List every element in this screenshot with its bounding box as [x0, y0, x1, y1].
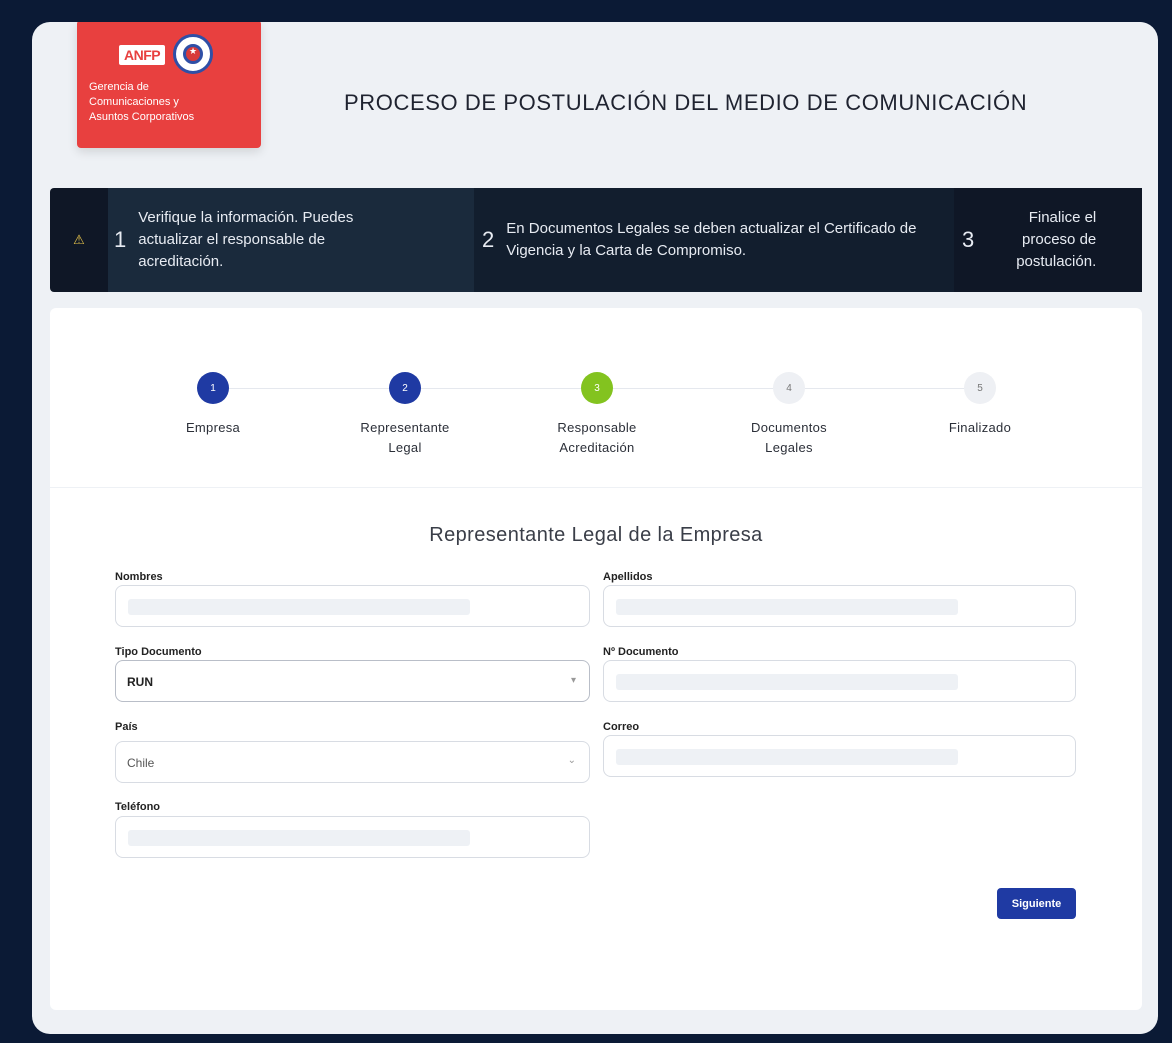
step-responsable-acreditacion[interactable]: 3 Responsable Acreditación	[527, 372, 667, 458]
pais-label: País	[115, 721, 138, 733]
instruction-step-2: 2 En Documentos Legales se deben actuali…	[474, 188, 954, 292]
correo-label: Correo	[603, 721, 640, 733]
anfp-logo: ANFP ★	[119, 34, 229, 74]
step-label: Responsable Acreditación	[557, 420, 637, 455]
n-documento-label: Nº Documento	[603, 646, 679, 658]
logo-caption: Gerencia de Comunicaciones y Asuntos Cor…	[89, 81, 195, 123]
tipo-documento-value: RUN	[127, 675, 153, 689]
step-circle: 5	[964, 372, 996, 404]
logo-box: ANFP ★ Gerencia de Comunicaciones y Asun…	[77, 22, 261, 148]
warning-icon: ⚠	[73, 232, 85, 247]
step-empresa[interactable]: 1 Empresa	[143, 372, 283, 438]
input-placeholder	[616, 599, 958, 615]
telefono-input[interactable]	[115, 816, 590, 858]
instruction-step-1: 1 Verifique la información. Puedes actua…	[108, 188, 474, 292]
tipo-documento-label: Tipo Documento	[115, 646, 202, 658]
input-placeholder	[128, 599, 470, 615]
n-documento-input[interactable]	[603, 660, 1076, 702]
instruction-step-text: Verifique la información. Puedes actuali…	[138, 209, 354, 270]
step-representante-legal[interactable]: 2 Representante Legal	[335, 372, 475, 458]
step-label: Finalizado	[948, 420, 1012, 435]
step-label: Empresa	[185, 420, 241, 435]
anfp-wordmark: ANFP	[119, 45, 166, 65]
pais-select[interactable]: Chile ⌄	[115, 741, 590, 783]
step-label: Representante Legal	[360, 420, 450, 455]
next-button[interactable]: Siguiente	[997, 888, 1076, 919]
page-title: PROCESO DE POSTULACIÓN DEL MEDIO DE COMU…	[344, 90, 1028, 115]
step-circle: 4	[773, 372, 805, 404]
input-placeholder	[616, 674, 958, 690]
dropdown-arrow-icon: ▾	[570, 675, 576, 686]
step-finalizado[interactable]: 5 Finalizado	[910, 372, 1050, 438]
input-placeholder	[616, 749, 958, 765]
nombres-label: Nombres	[115, 571, 163, 583]
apellidos-label: Apellidos	[603, 571, 653, 583]
progress-stepper: 1 Empresa 2 Representante Legal 3 Respon…	[50, 308, 1142, 488]
instruction-step-number: 1	[114, 227, 127, 252]
step-circle: 3	[581, 372, 613, 404]
telefono-label: Teléfono	[115, 801, 161, 813]
instruction-step-number: 3	[962, 227, 975, 252]
instruction-step-3: 3 Finalice el proceso de postulación.	[954, 188, 1142, 292]
chevron-down-icon: ⌄	[567, 755, 576, 766]
step-documentos-legales[interactable]: 4 Documentos Legales	[719, 372, 859, 458]
input-placeholder	[128, 830, 470, 846]
application-card: ANFP ★ Gerencia de Comunicaciones y Asun…	[32, 22, 1158, 1034]
step-label: Documentos Legales	[751, 420, 827, 455]
correo-input[interactable]	[603, 735, 1076, 777]
instructions-bar: ⚠ 1 Verifique la información. Puedes act…	[50, 188, 1142, 292]
form-title: Representante Legal de la Empresa	[429, 524, 763, 546]
step-circle: 2	[389, 372, 421, 404]
step-circle: 1	[197, 372, 229, 404]
form-panel: 1 Empresa 2 Representante Legal 3 Respon…	[50, 308, 1142, 1010]
instruction-step-text: Finalice el proceso de postulación.	[1016, 209, 1097, 270]
instruction-step-number: 2	[482, 227, 495, 252]
federation-seal-icon: ★	[173, 34, 213, 74]
nombres-input[interactable]	[115, 585, 590, 627]
tipo-documento-select[interactable]: RUN ▾	[115, 660, 590, 702]
instruction-step-text: En Documentos Legales se deben actualiza…	[506, 220, 917, 259]
pais-value: Chile	[127, 756, 155, 770]
apellidos-input[interactable]	[603, 585, 1076, 627]
